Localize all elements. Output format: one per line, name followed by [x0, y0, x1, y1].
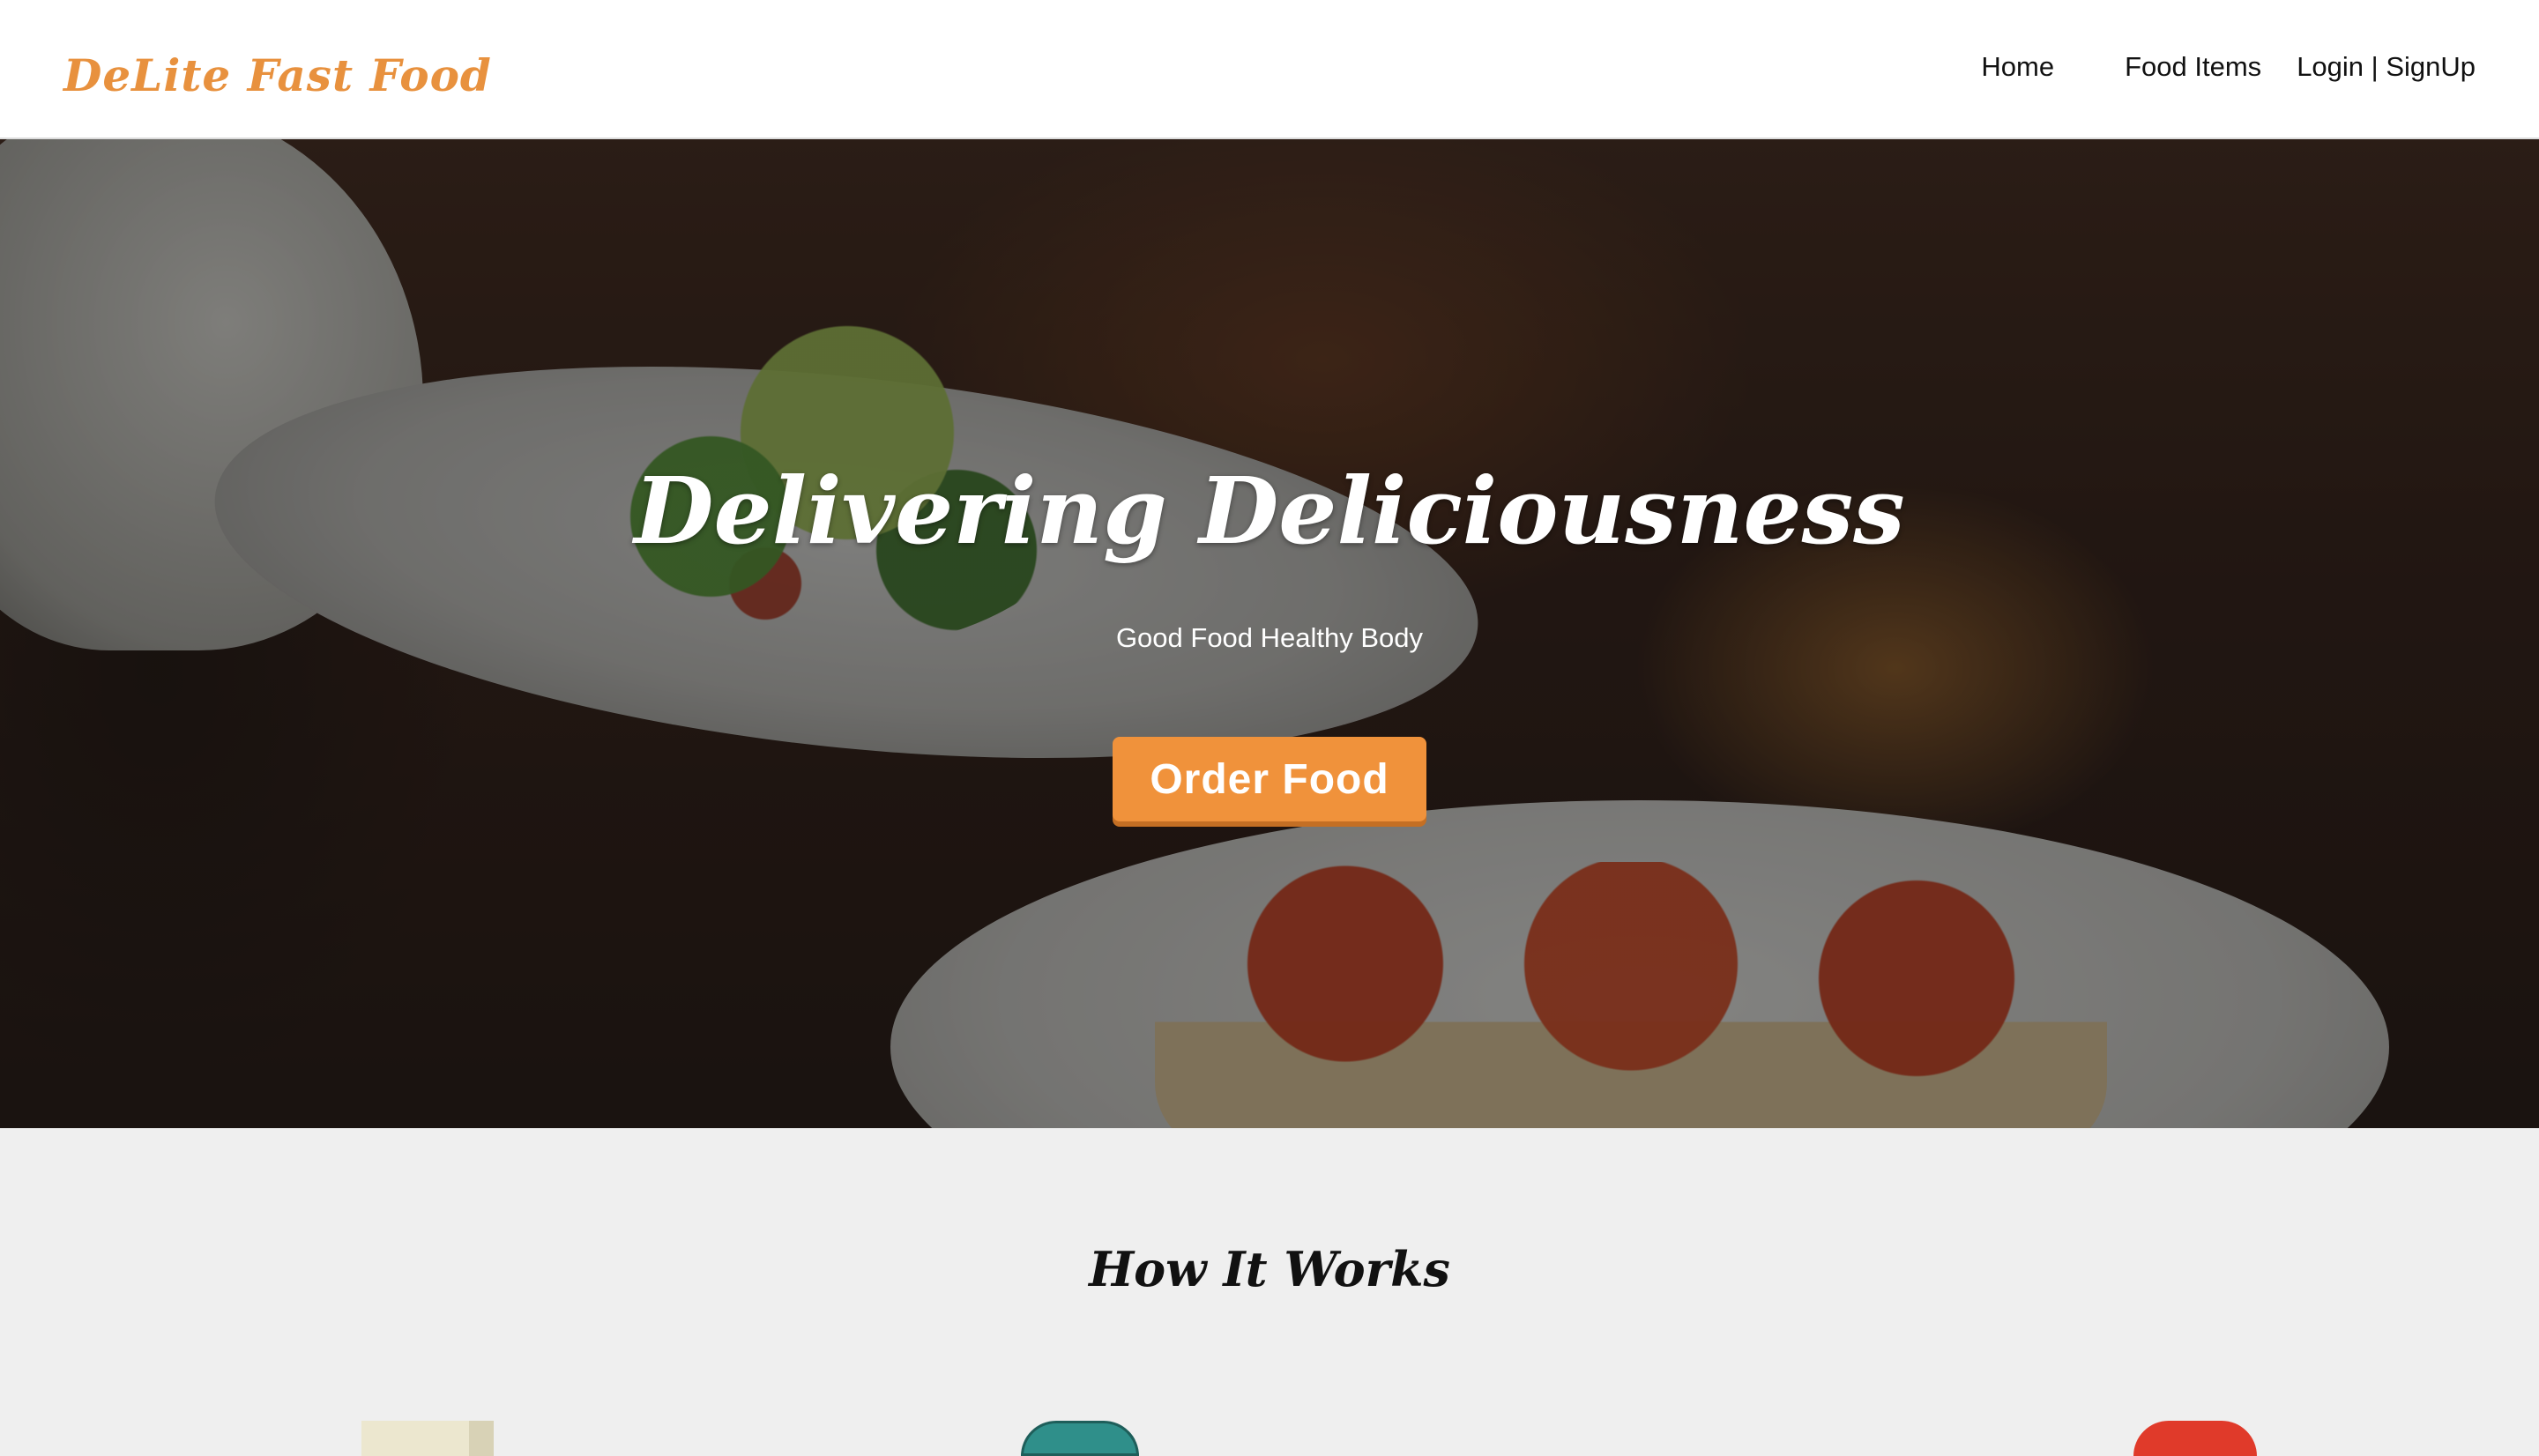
how-it-works-title: How It Works	[1089, 1241, 1450, 1297]
top-navbar: DeLite Fast Food Home Food Items Login |…	[0, 0, 2539, 139]
hero-subtitle: Good Food Healthy Body	[1115, 622, 1424, 653]
delivery-icon	[2133, 1421, 2257, 1456]
order-food-button[interactable]: Order Food	[1113, 737, 1426, 821]
brand-logo[interactable]: DeLite Fast Food	[63, 49, 492, 101]
main-nav: Home Food Items Login | SignUp	[1946, 51, 2476, 83]
food-cover-icon	[1021, 1421, 1139, 1456]
order-box-icon	[361, 1421, 494, 1456]
nav-food-items-link[interactable]: Food Items	[2125, 51, 2261, 83]
nav-home-link[interactable]: Home	[1981, 51, 2054, 83]
hero-content: Delivering Deliciousness Good Food Healt…	[0, 139, 2539, 1128]
nav-login-signup-link[interactable]: Login | SignUp	[2297, 51, 2476, 83]
hero-title: Delivering Deliciousness	[634, 457, 1905, 565]
